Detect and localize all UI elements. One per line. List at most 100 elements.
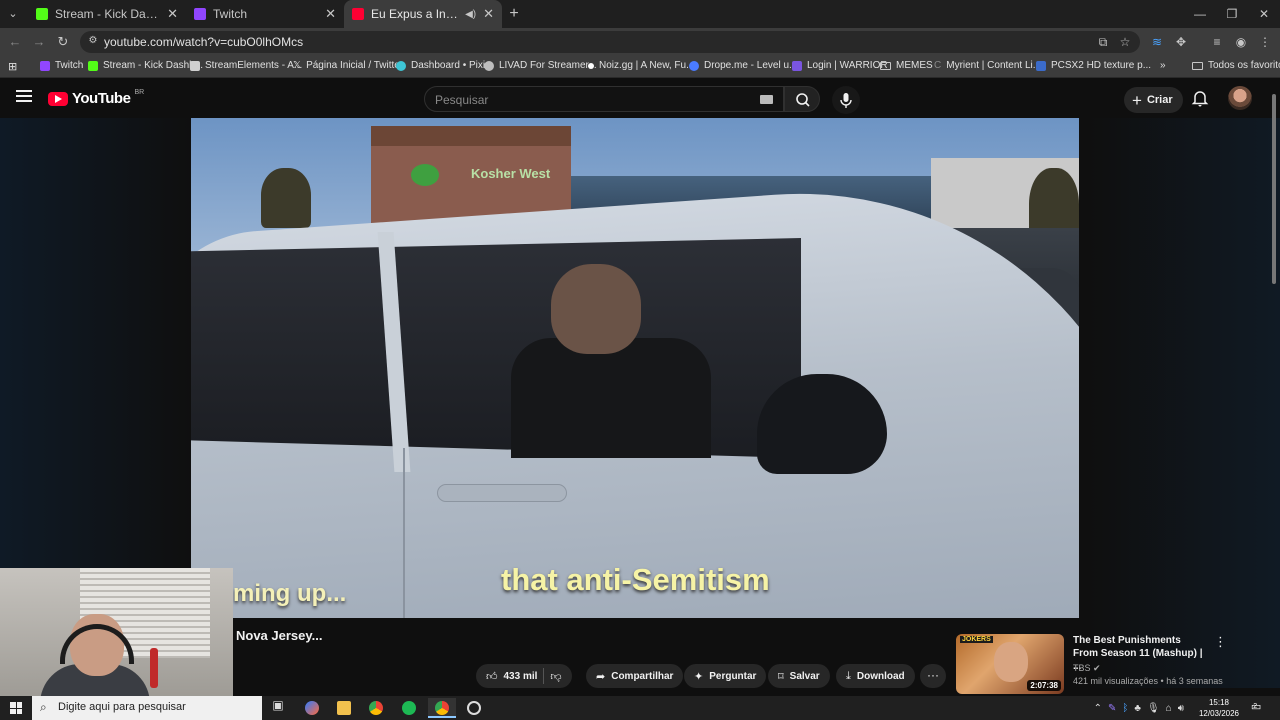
menu-icon[interactable] [16,90,32,102]
sparkle-icon: ✦ [694,670,704,683]
avatar[interactable] [1228,86,1252,110]
search-input[interactable]: Pesquisar [424,86,784,112]
close-tab-icon[interactable]: ✕ [167,6,178,22]
bookmark-twitter[interactable]: 𝕏 Página Inicial / Twitter [293,60,403,71]
thumbs-up-icon[interactable]: 👍︎ [486,670,498,683]
tray-app-icon[interactable]: ✎ [1108,703,1116,714]
notification-center-icon[interactable]: ▭2 [1250,700,1266,716]
driver-head [551,264,641,354]
scrollbar-thumb[interactable] [1272,94,1276,284]
tab-youtube-video[interactable]: Eu Expus a Invasão Judaica ◀) ✕ [344,0,502,28]
task-view-icon[interactable]: ▣ [264,698,292,718]
search-button[interactable] [784,86,820,112]
plus-icon: + [1132,90,1142,110]
recommended-video[interactable]: JOKERS 2:07:38 The Best Punishments From… [956,634,1256,694]
more-icon: ··· [927,668,939,682]
all-bookmarks-folder[interactable]: Todos os favoritos [1192,60,1280,71]
bookmark-pixie[interactable]: Dashboard • Pixie [396,60,491,71]
bookmark-streamelements[interactable]: StreamElements - A... [190,60,302,71]
video-player[interactable]: Kosher West ming up... that anti-Semitis… [191,118,1079,618]
divider [543,668,545,684]
thumbs-down-icon[interactable]: 👎︎ [550,670,561,683]
recommended-thumbnail[interactable]: JOKERS 2:07:38 [956,634,1064,694]
close-tab-icon[interactable]: ✕ [325,6,336,22]
create-button[interactable]: + Criar [1124,87,1183,113]
window-controls: — ❐ ✕ [1184,0,1280,28]
extension-wave-icon[interactable]: ≋ [1148,33,1166,51]
voice-search-button[interactable] [832,86,860,114]
logo-text: YouTube [72,90,131,107]
download-button[interactable]: ⤓ Download [836,664,915,688]
apps-grid-icon[interactable]: ⊞ [8,60,17,73]
bookmarks-overflow-button[interactable]: » [1160,60,1166,71]
back-icon[interactable]: ← [6,33,24,51]
forward-icon[interactable]: → [30,33,48,51]
chrome-active-icon[interactable] [428,698,456,718]
bookmark-kick[interactable]: Stream - Kick Dashb... [88,60,203,71]
share-button[interactable]: ➦ Compartilhar [586,664,684,688]
address-url[interactable]: youtube.com/watch?v=cubO0lhOMcs [104,35,303,49]
close-window-icon[interactable]: ✕ [1248,0,1280,28]
reload-icon[interactable]: ↻ [54,33,72,51]
obs-icon[interactable] [460,698,488,718]
bluetooth-icon[interactable]: ᛒ [1122,703,1128,714]
clock-time: 15:18 [1208,698,1230,707]
windows-start-icon[interactable] [10,702,22,714]
speaker-icon[interactable]: ◀) [465,9,476,20]
notifications-button[interactable] [1190,88,1210,108]
like-count[interactable]: 433 mil [504,671,538,682]
minimize-icon[interactable]: — [1184,0,1216,28]
bookmark-noiz[interactable]: Noiz.gg | A New, Fu... [588,60,694,71]
install-app-icon[interactable]: ⧉ [1094,33,1112,51]
youtube-logo[interactable]: YouTube BR [48,89,144,107]
tab-kick-dashboard[interactable]: Stream - Kick Dashboard ✕ [28,0,186,28]
chrome-icon[interactable] [362,698,390,718]
browser-menu-icon[interactable]: ⋮ [1256,33,1274,51]
kebab-menu-icon[interactable]: ⋮ [1214,634,1227,650]
volume-icon[interactable]: 🔊︎ [1178,703,1184,714]
bookmark-folder-memes[interactable]: MEMES [880,60,933,71]
restore-icon[interactable]: ❐ [1216,0,1248,28]
kick-icon [36,8,48,20]
taskbar-search-input[interactable]: ⌕ Digite aqui para pesquisar [32,696,262,720]
bookmark-twitch[interactable]: Twitch [40,60,83,71]
taskbar-clock[interactable]: 15:18 12/03/2026 [1196,697,1242,719]
side-mirror [757,374,887,474]
file-explorer-icon[interactable] [330,698,358,718]
media-controls-icon[interactable]: ≡ [1208,33,1226,51]
bookmark-livad[interactable]: LIVAD For Streamer... [484,60,597,71]
ask-button[interactable]: ✦ Perguntar [684,664,767,688]
bookmark-warrior[interactable]: Login | WARRIOR [792,60,888,71]
network-icon[interactable]: ⌂ [1166,703,1172,714]
kick-icon [88,60,98,71]
tray-app-icon[interactable]: ♣ [1134,703,1141,714]
page-scrollbar[interactable] [1270,82,1278,688]
keyboard-icon[interactable] [760,95,773,104]
profile-icon[interactable]: ◉ [1232,33,1250,51]
bookmark-drope[interactable]: Drope.me - Level u... [689,60,797,71]
bookmark-label: Stream - Kick Dashb... [103,60,204,71]
tray-overflow-icon[interactable]: ⌃ [1094,703,1102,714]
microphone-tray-icon[interactable]: 🎙︎ [1147,703,1160,714]
verified-icon: ✔ [1093,663,1101,673]
bookmark-star-icon[interactable]: ☆ [1116,33,1134,51]
tab-search-button[interactable]: ⌄ [4,5,22,23]
recommended-channel[interactable]: TBS ✔ [1073,663,1101,674]
save-button[interactable]: ⌑ Salvar [768,664,830,688]
youtube-header: YouTube BR Pesquisar + Criar [0,78,1280,118]
address-bar[interactable]: ⚙ youtube.com/watch?v=cubO0lhOMcs ⧉ ☆ [80,31,1140,53]
site-info-icon[interactable]: ⚙ [86,35,100,49]
bookmark-pcsx2[interactable]: PCSX2 HD texture p... [1036,60,1151,71]
webcam-overlay [0,568,233,704]
tab-twitch[interactable]: Twitch ✕ [186,0,344,28]
spotify-icon[interactable] [395,698,423,718]
close-tab-icon[interactable]: ✕ [483,6,494,22]
share-label: Compartilhar [611,670,674,682]
bookmark-myrient[interactable]: C Myrient | Content Li... [934,60,1041,71]
bookmark-label: PCSX2 HD texture p... [1051,60,1152,71]
extensions-puzzle-icon[interactable]: ✥ [1172,33,1190,51]
share-icon: ➦ [596,670,606,683]
more-actions-button[interactable]: ··· [920,664,946,688]
new-tab-button[interactable]: + [504,4,524,24]
copilot-icon[interactable] [298,698,326,718]
